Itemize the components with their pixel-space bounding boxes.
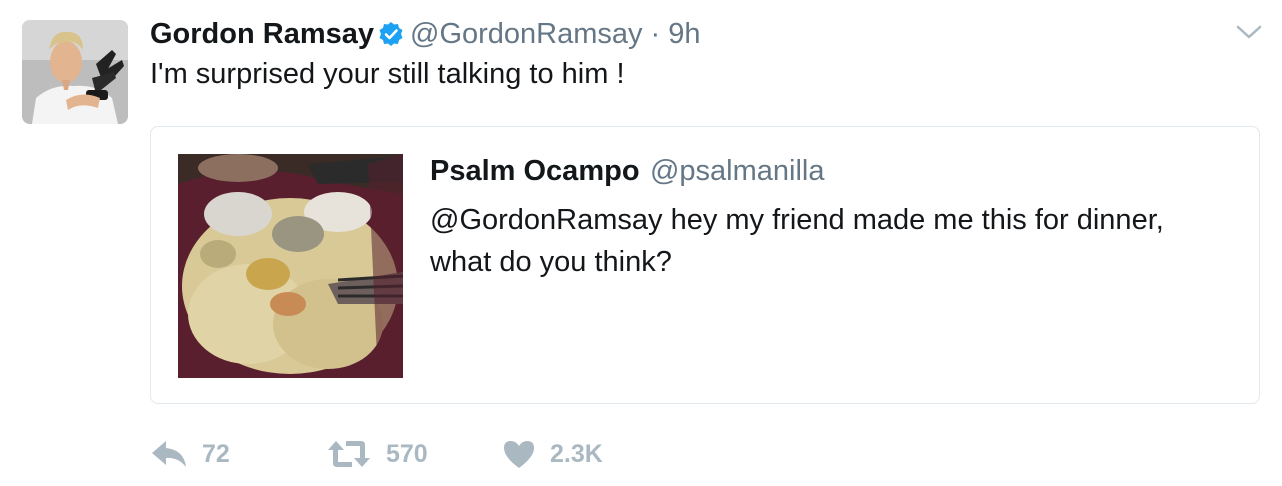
quoted-tweet-text: @GordonRamsay hey my friend made me this… [430,204,1164,278]
quoted-tweet-header: Psalm Ocampo @psalmanilla [430,155,825,188]
quoted-author-name[interactable]: Psalm Ocampo [430,155,640,187]
quoted-tweet-photo[interactable] [178,154,403,378]
quoted-tweet[interactable]: Psalm Ocampo @psalmanilla @GordonRamsay … [150,126,1260,404]
retweet-button[interactable]: 570 [326,439,516,469]
author-handle[interactable]: @GordonRamsay [410,18,643,51]
tweet: Gordon Ramsay @GordonRamsay · 9h I'm sur… [0,0,1282,486]
retweet-icon [326,439,372,469]
header-separator: · [650,17,661,50]
chevron-down-icon[interactable] [1234,22,1264,42]
tweet-timestamp[interactable]: 9h [668,18,700,51]
avatar[interactable] [22,20,128,124]
retweet-count: 570 [386,439,428,468]
reply-icon [150,439,188,469]
tweet-text: I'm surprised your still talking to him … [150,58,625,90]
tweet-actions: 72 570 2.3K [150,434,603,474]
avatar-image [22,20,128,124]
quoted-author-handle[interactable]: @psalmanilla [650,155,825,187]
like-button[interactable]: 2.3K [502,439,603,469]
verified-badge-icon [378,21,404,47]
author-name[interactable]: Gordon Ramsay [150,18,374,51]
heart-icon [502,439,536,469]
like-count: 2.3K [550,439,603,468]
reply-button[interactable]: 72 [150,439,280,469]
reply-count: 72 [202,439,230,468]
tweet-header: Gordon Ramsay @GordonRamsay · 9h [150,14,700,54]
